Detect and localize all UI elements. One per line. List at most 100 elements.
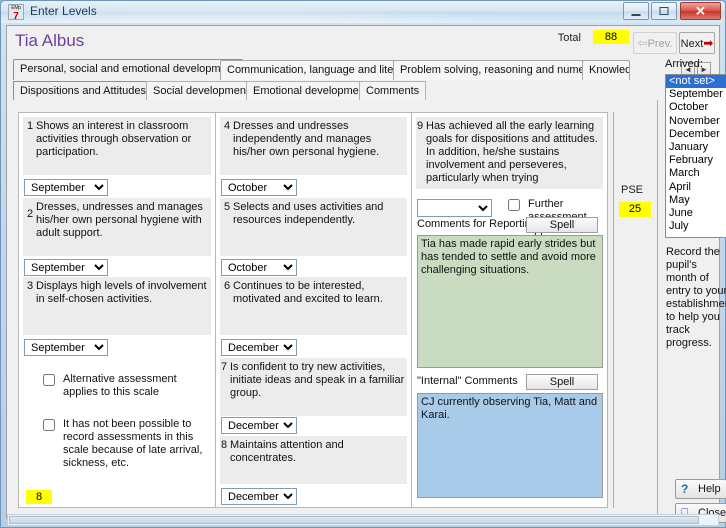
enter-levels-window: EMp 7 Enter Levels ✕ Tia Albus Total 88 ⇦…: [0, 0, 726, 528]
scale-5-month-select[interactable]: October: [221, 259, 297, 276]
tab-social-development[interactable]: Social development: [146, 81, 257, 100]
not-possible-checkbox[interactable]: [43, 419, 55, 431]
not-possible-checkbox-row[interactable]: It has not been possible to record asses…: [43, 418, 203, 470]
tab-knowledge[interactable]: Knowled: [582, 60, 630, 80]
not-possible-label: It has not been possible to record asses…: [63, 418, 203, 469]
comments-for-reporting-label: Comments for Reporting: [417, 218, 537, 230]
alternative-assessment-checkbox-row[interactable]: Alternative assessment applies to this s…: [43, 373, 193, 399]
scale-8-month-select[interactable]: December: [221, 488, 297, 505]
arrived-month-list[interactable]: <not set> September October November Dec…: [665, 74, 726, 238]
scale-6-text: Continues to be interested, motivated an…: [233, 280, 383, 305]
scale-4-text: Dresses and undresses independently and …: [233, 120, 380, 158]
scale-2-month-select[interactable]: September: [24, 259, 108, 276]
horizontal-scrollbar[interactable]: [7, 514, 719, 526]
maximize-icon: [659, 7, 669, 15]
tab-personal-social-emotional[interactable]: Personal, social and emotional developme…: [13, 59, 243, 80]
list-item[interactable]: November: [666, 115, 726, 128]
scale-4-number: 4: [224, 120, 231, 132]
next-arrow-icon: ➡: [703, 36, 714, 50]
scale-7-number: 7: [221, 361, 228, 373]
list-item[interactable]: December: [666, 128, 726, 141]
alternative-assessment-checkbox[interactable]: [43, 374, 55, 386]
help-button[interactable]: ? Help: [675, 479, 726, 499]
scale-7-text: Is confident to try new activities, init…: [230, 361, 405, 399]
list-item[interactable]: July: [666, 220, 726, 233]
arrived-label: Arrived:: [665, 58, 703, 70]
window-title: Enter Levels: [30, 4, 97, 18]
scale-3-text: Displays high levels of involvement in s…: [36, 280, 207, 305]
question-mark-icon: ?: [681, 482, 689, 496]
form-header: Tia Albus Total 88 ⇦Prev. Next➡: [6, 25, 720, 58]
prev-label: Prev.: [647, 38, 673, 50]
scale-6-month-select[interactable]: December: [221, 339, 297, 356]
prev-button[interactable]: ⇦Prev.: [633, 32, 677, 54]
scale-4-month-select[interactable]: October: [221, 179, 297, 196]
next-label: Next: [680, 38, 704, 50]
scale-4-box: 4 Dresses and undresses independently an…: [220, 117, 407, 175]
pse-value: 25: [619, 202, 651, 217]
list-item[interactable]: May: [666, 194, 726, 207]
internal-comments-textarea[interactable]: CJ currently observing Tia, Matt and Kar…: [417, 393, 603, 498]
tab-problem-solving-reasoning-numeracy[interactable]: Problem solving, reasoning and numeracy: [393, 60, 613, 80]
total-label: Total: [557, 32, 581, 44]
sub-tab-strip: Dispositions and Attitudes Social develo…: [6, 80, 720, 100]
scale-2-text: Dresses, undresses and manages his/her o…: [36, 201, 203, 239]
help-label: Help: [698, 483, 721, 495]
list-item[interactable]: September: [666, 88, 726, 101]
tab-communication-language-literacy[interactable]: Communication, language and literacy: [220, 60, 422, 80]
page-title: Tia Albus: [15, 31, 85, 50]
scale-2-number: 2: [27, 208, 34, 220]
tab-dispositions-and-attitudes[interactable]: Dispositions and Attitudes: [13, 81, 153, 100]
scale-9-month-select[interactable]: [417, 199, 492, 217]
scale-7-box: 7 Is confident to try new activities, in…: [220, 358, 407, 416]
form-body: 1 Shows an interest in classroom activit…: [6, 58, 726, 523]
list-item[interactable]: <not set>: [666, 75, 726, 89]
scale-6-number: 6: [224, 280, 231, 292]
list-item[interactable]: April: [666, 181, 726, 194]
prev-arrow-icon: ⇦: [637, 36, 648, 50]
minimize-icon: [631, 14, 641, 16]
scale-5-box: 5 Selects and uses activities and resour…: [220, 198, 407, 256]
tab-comments[interactable]: Comments: [359, 81, 427, 100]
pse-label: PSE: [621, 184, 644, 196]
list-item[interactable]: January: [666, 141, 726, 154]
scale-1-text: Shows an interest in classroom activitie…: [36, 120, 192, 158]
scale-1-month-select[interactable]: September: [24, 179, 108, 196]
tab-emotional-development[interactable]: Emotional development: [246, 81, 375, 100]
next-button[interactable]: Next➡: [679, 32, 715, 54]
arrived-panel: Arrived: <not set> September October Nov…: [663, 58, 726, 523]
scale-1-box: 1 Shows an interest in classroom activit…: [23, 117, 211, 175]
scale-3-box: 3 Displays high levels of involvement in…: [23, 277, 211, 335]
minimize-button[interactable]: [623, 2, 649, 20]
maximize-button[interactable]: [651, 2, 677, 20]
scale-1-number: 1: [27, 120, 34, 132]
scale-5-number: 5: [224, 201, 231, 213]
list-item[interactable]: June: [666, 207, 726, 220]
arrived-hint-text: Record the pupil's month of entry to you…: [666, 246, 726, 349]
list-item[interactable]: February: [666, 154, 726, 167]
spell-check-internal-button[interactable]: Spell: [526, 374, 598, 390]
scale-2-box: 2 Dresses, undresses and manages his/her…: [23, 198, 211, 256]
further-assessment-checkbox[interactable]: [508, 199, 520, 211]
app-icon: EMp 7: [8, 4, 24, 20]
scale-8-number: 8: [221, 439, 228, 451]
scrollbar-thumb[interactable]: [9, 516, 699, 524]
title-bar-glow: [1, 1, 725, 23]
total-value: 88: [593, 30, 629, 44]
spell-check-reporting-button[interactable]: Spell: [526, 217, 598, 233]
comments-for-reporting-textarea[interactable]: Tia has made rapid early strides but has…: [417, 235, 603, 368]
scale-column-2: 4 Dresses and undresses independently an…: [216, 112, 412, 508]
scale-7-month-select[interactable]: December: [221, 417, 297, 434]
scale-column-1: 1 Shows an interest in classroom activit…: [18, 112, 216, 508]
list-item[interactable]: October: [666, 101, 726, 114]
scale-3-number: 3: [27, 280, 34, 292]
scale-8-text: Maintains attention and concentrates.: [230, 439, 344, 464]
scale-6-box: 6 Continues to be interested, motivated …: [220, 277, 407, 335]
scale-3-month-select[interactable]: September: [24, 339, 108, 356]
alternative-assessment-label: Alternative assessment applies to this s…: [63, 373, 177, 398]
scale-9-number: 9: [417, 120, 424, 132]
title-bar: EMp 7 Enter Levels ✕: [1, 1, 725, 23]
list-item[interactable]: March: [666, 167, 726, 180]
internal-comments-label: "Internal" Comments: [417, 375, 518, 387]
close-window-button[interactable]: ✕: [680, 2, 721, 20]
